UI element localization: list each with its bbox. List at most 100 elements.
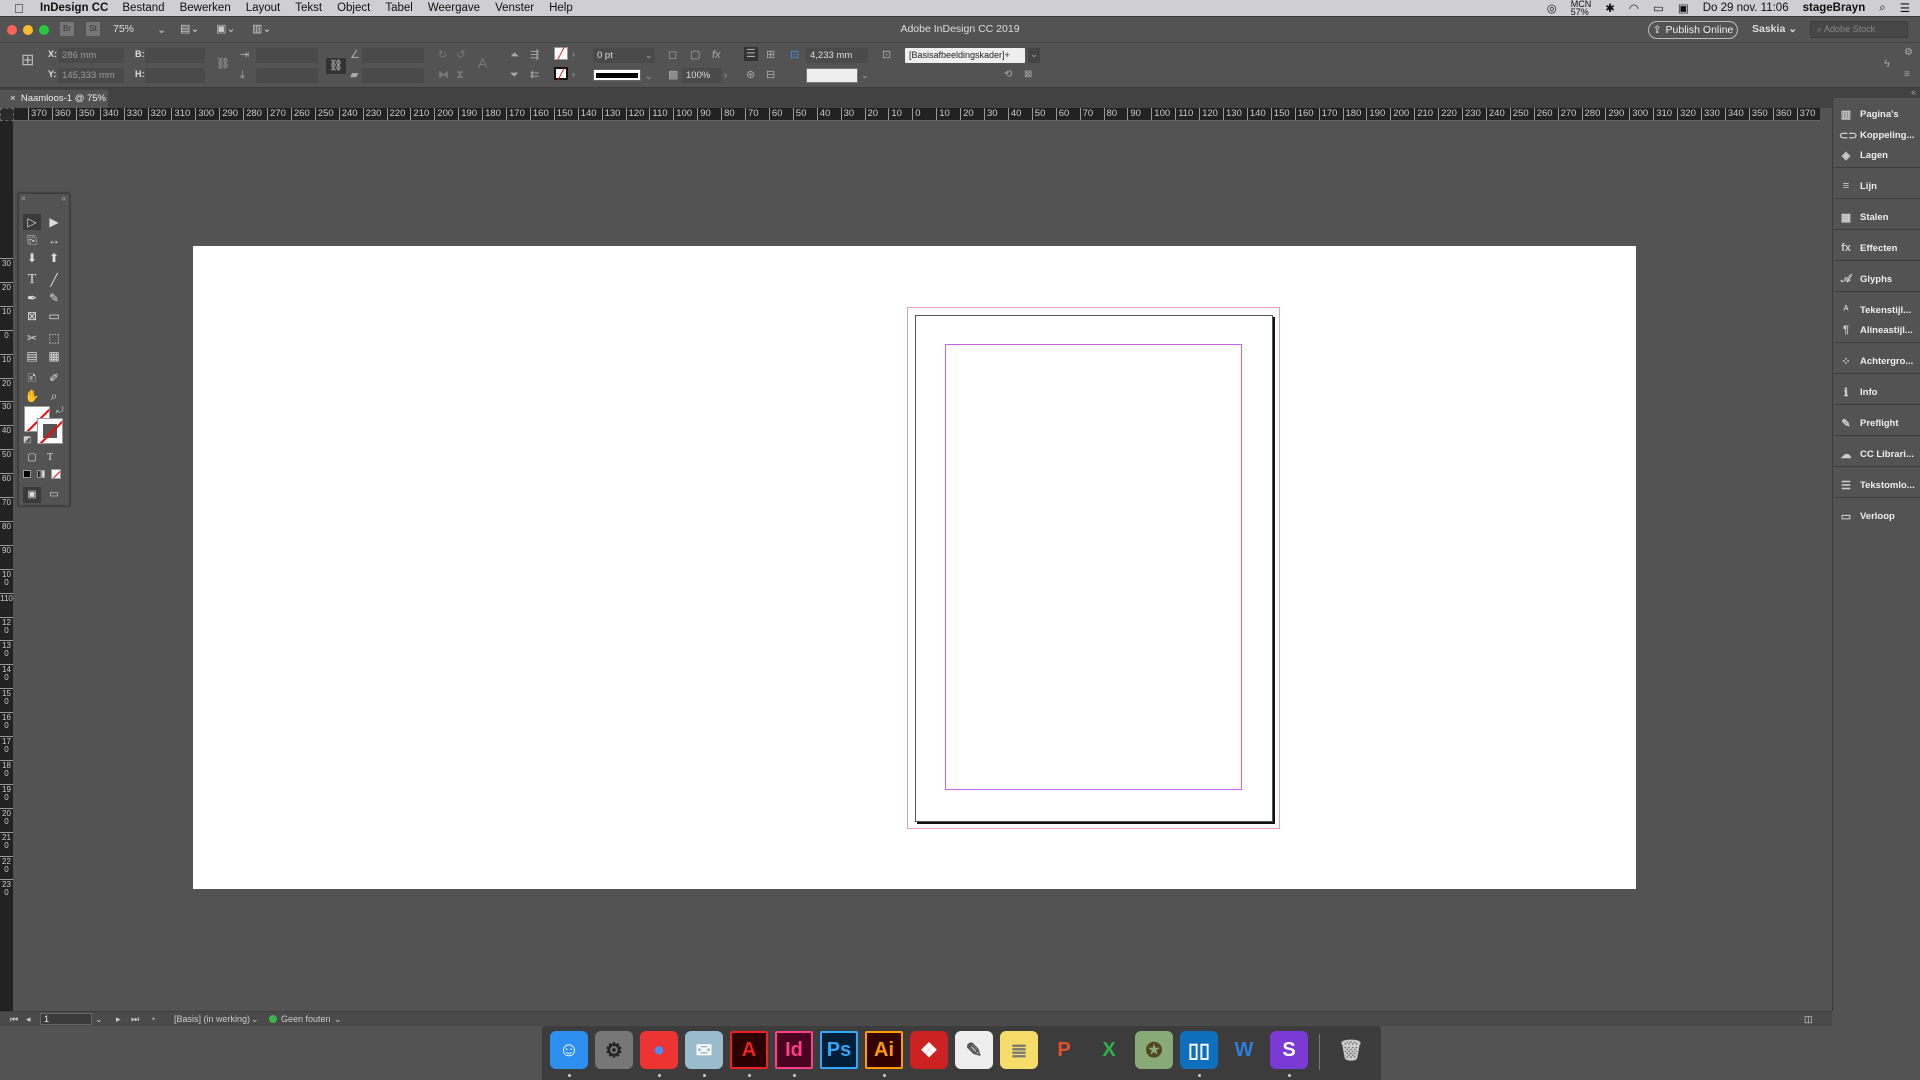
clear-overrides-icon[interactable]: ⟲ — [1004, 69, 1012, 81]
rotation-angle-field[interactable] — [362, 48, 424, 63]
panel-info[interactable]: ℹ Info — [1839, 382, 1919, 402]
menu-bestand[interactable]: Bestand — [122, 2, 164, 14]
control-settings-icon[interactable]: ⚙ — [1904, 47, 1913, 59]
dock-illustrator-icon[interactable]: Ai — [865, 1031, 903, 1069]
scale-y-field[interactable] — [256, 68, 318, 83]
preflight-errors[interactable]: Geen fouten — [281, 1014, 331, 1024]
dock-powerpoint-icon[interactable]: P — [1045, 1031, 1083, 1069]
page-dropdown-icon[interactable]: ⌄ — [95, 1014, 103, 1025]
stroke-type-dropdown-icon[interactable]: ⌄ — [645, 70, 653, 82]
menu-tabel[interactable]: Tabel — [385, 2, 413, 14]
pencil-tool-icon[interactable]: ✎ — [45, 290, 63, 306]
fitting-icon[interactable]: ⊡ — [882, 49, 891, 61]
stock-button[interactable]: St — [86, 22, 100, 36]
menu-weergave[interactable]: Weergave — [428, 2, 480, 14]
object-style-chevron-icon[interactable]: ⌄ — [1028, 48, 1040, 63]
menu-layout[interactable]: Layout — [246, 2, 281, 14]
dock-chrome-icon[interactable]: ● — [640, 1031, 678, 1069]
y-position-field[interactable]: 145,333 mm — [58, 68, 124, 83]
ruler-origin[interactable] — [0, 108, 14, 121]
text-frame-icon[interactable]: A — [478, 56, 487, 70]
document-tab[interactable]: × Naamloos-1 @ 75% — [0, 90, 108, 108]
dock-textedit-icon[interactable]: ✎ — [955, 1031, 993, 1069]
panel-background-tasks[interactable]: ⁘ Achtergro... — [1839, 351, 1919, 371]
notification-center-icon[interactable]: ☰ — [1900, 1, 1910, 15]
select-previous-icon[interactable]: ⇇ — [530, 69, 539, 81]
airplay-icon[interactable]: ▭ — [1653, 1, 1664, 15]
panel-paragraph-styles[interactable]: ¶ Alineastijl... — [1839, 320, 1919, 340]
rotate-ccw-icon[interactable]: ↺ — [456, 49, 465, 61]
preview-mode-icon[interactable]: ▭ — [45, 487, 63, 503]
formatting-container-icon[interactable]: ▢ — [23, 450, 41, 466]
keyboard-icon[interactable]: ▣ — [1678, 1, 1689, 15]
dock-word-icon[interactable]: W — [1225, 1031, 1263, 1069]
preflight-profile-dropdown-icon[interactable]: ⌄ — [251, 1014, 259, 1025]
panel-layers[interactable]: ◈ Lagen — [1839, 145, 1919, 165]
formatting-text-icon[interactable]: T — [41, 450, 59, 466]
dock-trash-icon[interactable]: 🗑 — [1332, 1031, 1370, 1069]
x-position-field[interactable]: 286 mm — [58, 48, 124, 63]
normal-view-mode-icon[interactable]: ▣ — [23, 487, 41, 503]
bridge-button[interactable]: Br — [60, 22, 74, 36]
control-panel-menu-icon[interactable]: ≡ — [1904, 69, 1910, 81]
panel-gradient[interactable]: ▭ Verloop — [1839, 506, 1919, 526]
frame-grid-icon[interactable]: ⊡ — [790, 49, 799, 61]
shear-angle-field[interactable] — [362, 68, 424, 83]
default-colors-icon[interactable]: ◩ — [23, 434, 32, 445]
menu-venster[interactable]: Venster — [495, 2, 534, 14]
text-wrap-none-icon[interactable]: ☰ — [744, 47, 758, 61]
panel-character-styles[interactable]: ᴬ Tekenstijl... — [1839, 300, 1919, 320]
gap-tool-icon[interactable]: ↔ — [45, 232, 63, 248]
preflight-profile[interactable]: [Basis] (in werking) — [174, 1014, 250, 1024]
view-options-icon[interactable]: ▤⌄ — [180, 22, 200, 35]
drop-shadow-icon[interactable]: ▢ — [690, 49, 700, 61]
flip-vertical-icon[interactable]: ⧗ — [456, 69, 464, 81]
close-tab-icon[interactable]: × — [10, 93, 16, 104]
gap-field[interactable]: 4,233 mm — [806, 48, 868, 63]
scale-x-field[interactable] — [256, 48, 318, 63]
battery-status[interactable]: MCN 57% — [1571, 0, 1592, 17]
select-container-icon[interactable]: ⏶ — [510, 49, 519, 61]
drop-shadow-frame-icon[interactable]: ◻ — [668, 49, 677, 61]
note-tool-icon[interactable]: 🗈 — [23, 370, 41, 386]
dock-finder-icon[interactable]: ☺ — [550, 1031, 588, 1069]
rectangle-frame-tool-icon[interactable]: ⊠ — [23, 308, 41, 324]
line-tool-icon[interactable]: ╱ — [45, 272, 63, 288]
collapse-panels-icon[interactable]: « — [1911, 87, 1916, 97]
stroke-swatch-none[interactable]: ╱ — [554, 67, 568, 81]
dock-notes-icon[interactable]: ≣ — [1000, 1031, 1038, 1069]
eyedropper-tool-icon[interactable]: ✐ — [45, 370, 63, 386]
menu-tekst[interactable]: Tekst — [295, 2, 322, 14]
select-content-icon[interactable]: ⏷ — [510, 69, 519, 81]
close-tools-icon[interactable]: × — [21, 194, 26, 203]
free-transform-tool-icon[interactable]: ⬚ — [45, 330, 63, 346]
select-next-icon[interactable]: ⇶ — [530, 49, 539, 61]
bluetooth-icon[interactable]: ✱ — [1605, 1, 1615, 15]
stroke-type-selector[interactable] — [593, 69, 641, 81]
menu-bewerken[interactable]: Bewerken — [180, 2, 231, 14]
wifi-icon[interactable]: ◠ — [1629, 1, 1639, 15]
arrange-documents-icon[interactable]: ▥⌄ — [252, 22, 272, 35]
corner-shape-dropdown-icon[interactable]: ⌄ — [861, 69, 869, 81]
apply-color-icon[interactable] — [23, 470, 31, 478]
width-field[interactable] — [145, 48, 205, 63]
horizontal-ruler[interactable]: 370 360 350 340 330 320 310 300 290 280 270 260 250 2… — [14, 108, 1820, 121]
apply-none-icon[interactable] — [51, 469, 61, 479]
swap-colors-icon[interactable]: ⤾ — [56, 405, 64, 416]
type-tool-icon[interactable]: T — [23, 272, 41, 288]
user-name[interactable]: stageBrayn — [1803, 2, 1866, 14]
panel-cc-libraries[interactable]: ☁ CC Librari... — [1839, 444, 1919, 464]
dock-trello-icon[interactable]: ▯▯ — [1180, 1031, 1218, 1069]
zoom-tool-icon[interactable]: ⌕ — [45, 388, 63, 404]
content-placer-tool-icon[interactable]: ⬆ — [45, 250, 63, 266]
hand-tool-icon[interactable]: ✋ — [23, 388, 41, 404]
split-layout-icon[interactable]: ◫ — [1804, 1014, 1813, 1025]
close-window-button[interactable] — [7, 25, 17, 35]
fill-swatch-none[interactable]: ╱ — [554, 47, 568, 60]
first-page-icon[interactable]: ⏮ — [10, 1014, 18, 1025]
spotlight-icon[interactable]: ⌕ — [1879, 2, 1885, 15]
menu-app-name[interactable]: InDesign CC — [40, 2, 108, 14]
last-page-icon[interactable]: ⏭ — [131, 1014, 139, 1025]
panel-glyphs[interactable]: 𝒜 Glyphs — [1839, 269, 1919, 289]
wrap-bounding-box-icon[interactable]: ⊞ — [766, 49, 775, 61]
